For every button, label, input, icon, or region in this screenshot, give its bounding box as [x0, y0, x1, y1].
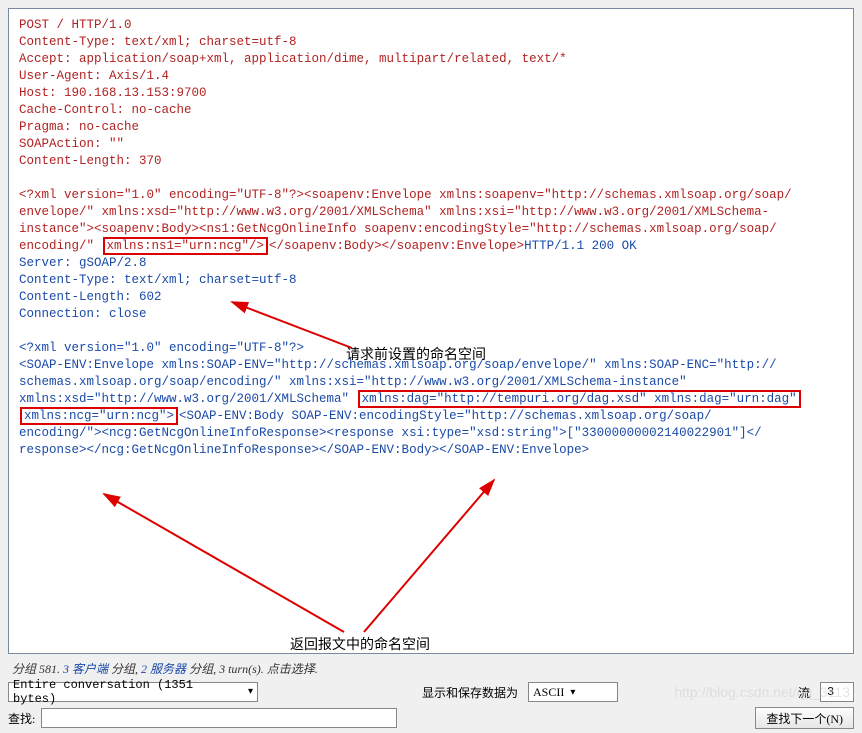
stream-input[interactable] — [820, 682, 854, 702]
request-header: Cache-Control: no-cache — [19, 102, 843, 119]
request-body: <?xml version="1.0" encoding="UTF-8"?><s… — [19, 187, 843, 204]
stream-value[interactable] — [825, 684, 849, 700]
response-ns-boxed-top: xmlns:dag="http://tempuri.org/dag.xsd" x… — [358, 390, 801, 408]
encoding-select-value: ASCII — [533, 685, 564, 700]
response-header: Content-Type: text/xml; charset=utf-8 — [19, 272, 843, 289]
response-status: HTTP/1.1 200 OK — [524, 239, 637, 253]
response-body: schemas.xmlsoap.org/soap/encoding/" xmln… — [19, 374, 843, 391]
find-input[interactable] — [41, 708, 397, 728]
conversation-select-value: Entire conversation (1351 bytes) — [13, 678, 242, 706]
find-next-button[interactable]: 查找下一个(N) — [755, 707, 854, 729]
encoding-select[interactable]: ASCII — [528, 682, 618, 702]
response-ns-boxed-bottom: xmlns:ncg="urn:ncg"> — [20, 407, 178, 425]
response-body-tail: <SOAP-ENV:Body SOAP-ENV:encodingStyle="h… — [179, 409, 712, 423]
status-mid: 分组, — [108, 662, 141, 676]
response-body: response></ncg:GetNcgOnlineInfoResponse>… — [19, 442, 843, 459]
conversation-select[interactable]: Entire conversation (1351 bytes) — [8, 682, 258, 702]
status-client: 3 客户端 — [63, 662, 108, 676]
response-body: encoding/"><ncg:GetNcgOnlineInfoResponse… — [19, 425, 843, 442]
request-last-line: encoding/" xmlns:ns1="urn:ncg"/></soapen… — [19, 238, 843, 255]
request-header: POST / HTTP/1.0 — [19, 17, 843, 34]
request-body: instance"><soapenv:Body><ns1:GetNcgOnlin… — [19, 221, 843, 238]
status-prefix: 分组 581. — [12, 662, 63, 676]
request-body-tail: </soapenv:Body></soapenv:Envelope> — [269, 239, 524, 253]
status-tail: 分组, 3 turn(s). 点击选择. — [186, 662, 318, 676]
request-header: User-Agent: Axis/1.4 — [19, 68, 843, 85]
response-ns-line: xmlns:xsd="http://www.w3.org/2001/XMLSch… — [19, 391, 843, 408]
response-header: Content-Length: 602 — [19, 289, 843, 306]
find-label: 查找: — [8, 710, 35, 727]
packet-text-panel[interactable]: POST / HTTP/1.0 Content-Type: text/xml; … — [8, 8, 854, 654]
stream-label: 流 — [798, 684, 810, 701]
status-server: 2 服务器 — [141, 662, 186, 676]
request-body-prefix: encoding/" — [19, 239, 102, 253]
find-next-label: 查找下一个(N) — [766, 710, 843, 727]
control-row: Entire conversation (1351 bytes) 显示和保存数据… — [8, 680, 854, 704]
request-header: Pragma: no-cache — [19, 119, 843, 136]
request-header: SOAPAction: "" — [19, 136, 843, 153]
show-save-label: 显示和保存数据为 — [422, 684, 518, 701]
request-header: Content-Length: 370 — [19, 153, 843, 170]
annotation-top: 请求前设置的命名空间 — [346, 344, 486, 364]
response-body-prefix: xmlns:xsd="http://www.w3.org/2001/XMLSch… — [19, 392, 357, 406]
status-bar: 分组 581. 3 客户端 分组, 2 服务器 分组, 3 turn(s). 点… — [8, 658, 854, 676]
find-row: 查找: 查找下一个(N) — [8, 706, 854, 730]
request-header: Host: 190.168.13.153:9700 — [19, 85, 843, 102]
annotation-bottom: 返回报文中的命名空间 — [290, 634, 430, 654]
request-body: envelope/" xmlns:xsd="http://www.w3.org/… — [19, 204, 843, 221]
request-ns-boxed: xmlns:ns1="urn:ncg"/> — [103, 237, 269, 255]
response-ns-line2: xmlns:ncg="urn:ncg"><SOAP-ENV:Body SOAP-… — [19, 408, 843, 425]
response-header: Server: gSOAP/2.8 — [19, 255, 843, 272]
request-header: Content-Type: text/xml; charset=utf-8 — [19, 34, 843, 51]
response-header: Connection: close — [19, 306, 843, 323]
request-header: Accept: application/soap+xml, applicatio… — [19, 51, 843, 68]
